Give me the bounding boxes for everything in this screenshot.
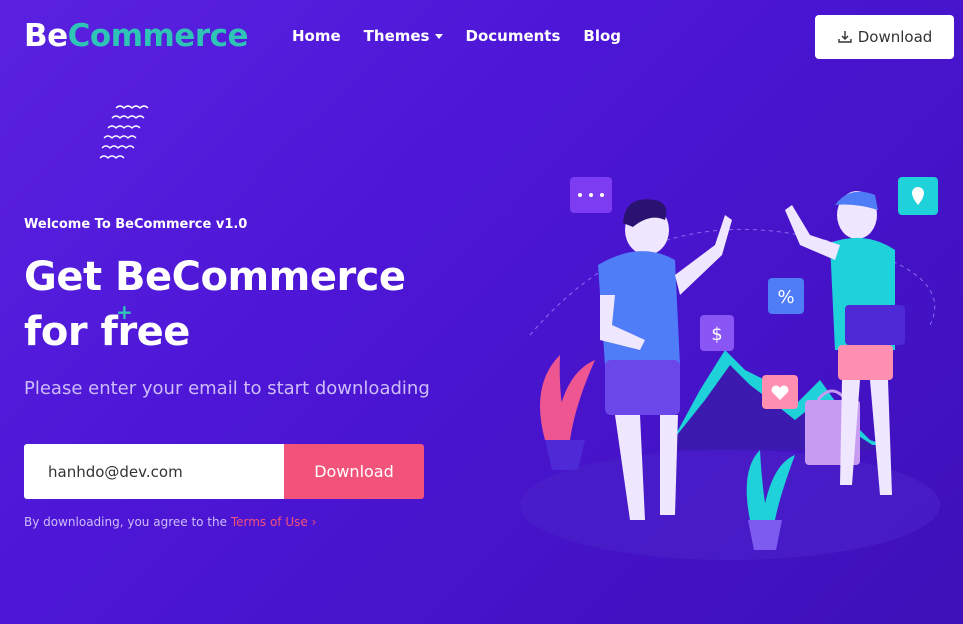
nav-home[interactable]: Home	[292, 27, 341, 45]
terms-link[interactable]: Terms of Use ›	[231, 515, 317, 529]
logo-part-commerce: Commerce	[67, 18, 249, 54]
hero-subtitle: Please enter your email to start downloa…	[24, 378, 430, 399]
ground-shadow	[520, 450, 940, 560]
chevron-down-icon	[434, 34, 443, 39]
nav-documents[interactable]: Documents	[466, 27, 561, 45]
hero-title-line1: Get BeCommerce	[24, 254, 406, 300]
person1-arm	[675, 215, 732, 295]
terms-note: By downloading, you agree to the Terms o…	[24, 515, 316, 529]
nav-download-label: Download	[857, 28, 933, 46]
nav-download-button[interactable]: Download	[815, 15, 954, 59]
nav-themes[interactable]: Themes	[364, 27, 443, 45]
hero-title-line2: for free	[24, 309, 190, 355]
hero-title: Get BeCommerce for free	[24, 250, 406, 360]
download-form: Download	[24, 444, 424, 499]
terms-text: By downloading, you agree to the	[24, 515, 231, 529]
person2-shorts	[838, 345, 893, 380]
navbar: BeCommerce Home Themes Documents Blog Do…	[0, 0, 963, 76]
terms-link-label: Terms of Use	[230, 515, 308, 529]
hero-illustration: % $	[520, 177, 940, 560]
nav-blog[interactable]: Blog	[583, 27, 621, 45]
email-input[interactable]	[24, 444, 284, 499]
download-submit-button[interactable]: Download	[284, 444, 424, 499]
person2-arm	[785, 205, 840, 260]
logo[interactable]: BeCommerce	[24, 18, 249, 54]
download-icon	[838, 31, 852, 43]
dollar-label: $	[711, 324, 722, 345]
person2-bag	[845, 305, 905, 345]
person1-shorts	[605, 360, 680, 415]
logo-part-be: Be	[24, 18, 68, 54]
nav-themes-label: Themes	[363, 27, 430, 45]
percent-label: %	[777, 287, 794, 308]
pink-leaves	[540, 355, 595, 440]
decorative-curls-icon	[99, 105, 149, 159]
pot-left	[545, 440, 585, 470]
nav-links: Home Themes Documents Blog	[292, 27, 621, 45]
hero-eyebrow: Welcome To BeCommerce v1.0	[24, 217, 248, 232]
sparkle-icon: +	[116, 300, 133, 324]
